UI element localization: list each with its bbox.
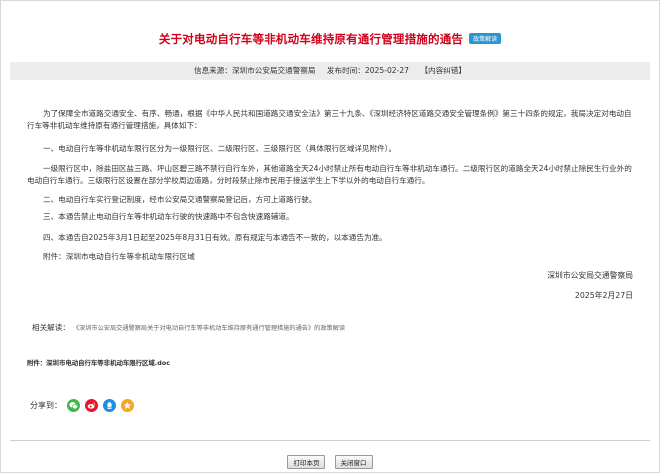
- title-row: 关于对电动自行车等非机动车维持原有通行管理措施的通告 政策解读: [0, 28, 660, 47]
- paragraph: 四、本通告自2025年3月1日起至2025年8月31日有效。原有规定与本通告不一…: [43, 233, 387, 242]
- page-title: 关于对电动自行车等非机动车维持原有通行管理措施的通告: [158, 32, 464, 46]
- button-row: 打印本页 关闭窗口: [0, 450, 660, 469]
- paragraph: 一、电动自行车等非机动车限行区分为一级限行区、二级限行区、三级限行区（具体限行区…: [43, 144, 397, 153]
- share-label: 分享到：: [30, 401, 62, 410]
- date-value: 2025-02-27: [364, 66, 410, 75]
- related-link[interactable]: 《深圳市公安局交通警察局关于对电动自行车等非机动车维持原有通行管理措施的通告》的…: [76, 325, 345, 332]
- weibo-icon[interactable]: [85, 399, 98, 412]
- attachment-row: 附件：深圳市电动自行车等非机动车限行区域.doc: [27, 358, 170, 367]
- print-button[interactable]: 打印本页: [287, 455, 326, 469]
- correction-link[interactable]: 【内容纠错】: [420, 66, 466, 75]
- signature-org: 深圳市公安局交通警察局: [547, 271, 633, 280]
- source-value: 深圳市公安局交通警察局: [231, 66, 316, 75]
- signature-date: 2025年2月27日: [574, 291, 633, 300]
- info-bar: 信息来源：深圳市公安局交通警察局 发布时间：2025-02-27 【内容纠错】: [10, 62, 650, 80]
- paragraph: 二、电动自行车实行登记制度，经市公安局交通警察局登记后，方可上道路行驶。: [43, 195, 317, 204]
- attachment-note: 附件：深圳市电动自行车等非机动车限行区域: [43, 252, 195, 261]
- close-window-button[interactable]: 关闭窗口: [334, 455, 373, 469]
- source-label: 信息来源：: [193, 66, 232, 75]
- date-label: 发布时间：: [326, 66, 365, 75]
- wechat-icon[interactable]: [67, 399, 80, 412]
- policy-interpretation-badge[interactable]: 政策解读: [469, 33, 502, 44]
- related-label: 相关解读：: [32, 323, 70, 332]
- qq-icon[interactable]: [103, 399, 116, 412]
- related-interpretation: 相关解读： 《深圳市公安局交通警察局关于对电动自行车等非机动车维持原有通行管理措施…: [32, 322, 345, 333]
- qzone-icon[interactable]: [121, 399, 134, 412]
- paragraph: 三、本通告禁止电动自行车等非机动车行驶的快速路中不包含快速路辅道。: [43, 212, 294, 221]
- share-bar: 分享到：: [30, 399, 134, 412]
- paragraph: 一级限行区中，除盐田区盐三路、坪山区碧三路不禁行自行车外，其他道路全天24小时禁…: [27, 164, 632, 185]
- divider: [10, 440, 650, 441]
- attachment-label: 附件：: [27, 359, 47, 367]
- paragraph: 为了保障全市道路交通安全、有序、畅通，根据《中华人民共和国道路交通安全法》第三十…: [27, 109, 632, 130]
- attachment-file-link[interactable]: 深圳市电动自行车等非机动车限行区域.doc: [46, 359, 170, 367]
